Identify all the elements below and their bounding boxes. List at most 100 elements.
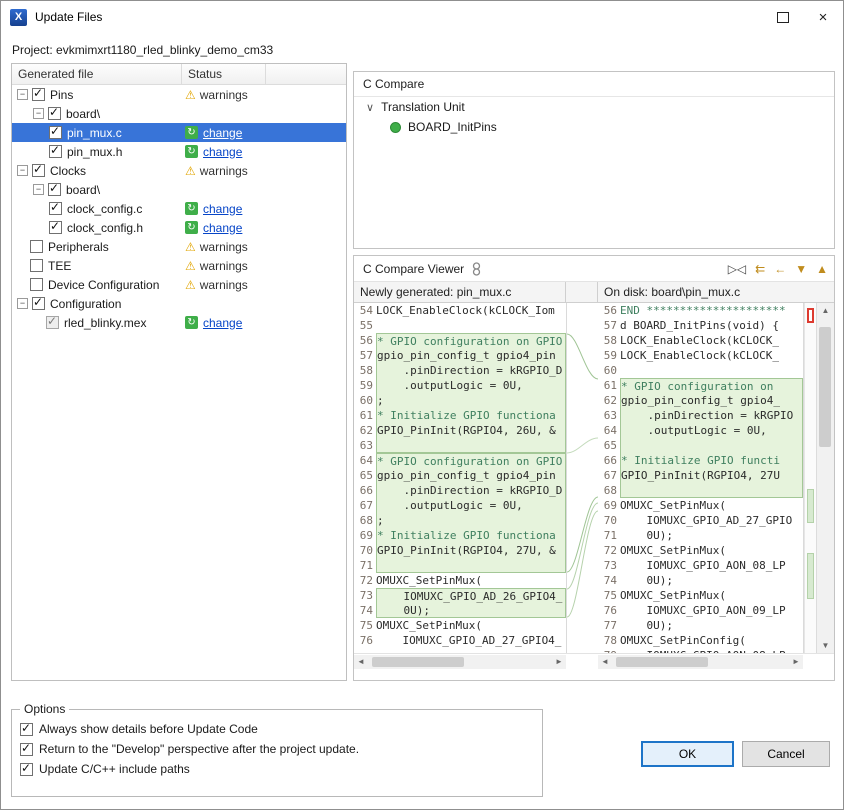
checkbox-clock-config-h[interactable]: ✓ [49,221,62,234]
change-marker[interactable] [807,489,814,523]
checkbox-always-show-details[interactable]: ✓ [20,723,33,736]
tree-row-clocks[interactable]: − ✓ Clocks ⚠ warnings [12,161,346,180]
checkbox-tee[interactable] [30,259,43,272]
code-line: 61* GPIO configuration on [598,378,803,393]
vertical-scrollbar[interactable]: ▲ ▼ [816,303,834,653]
option-always-show-details[interactable]: ✓ Always show details before Update Code [12,719,542,739]
collapse-expander-icon[interactable]: − [33,108,44,119]
option-label[interactable]: Return to the "Develop" perspective afte… [39,742,359,756]
error-marker[interactable] [807,308,814,323]
ok-button[interactable]: OK [641,741,734,767]
next-difference-icon[interactable]: ▼ [795,262,807,276]
line-number: 57 [354,348,376,363]
collapse-expander-icon[interactable]: − [33,184,44,195]
collapse-expander-icon[interactable]: − [17,89,28,100]
left-horizontal-scrollbar[interactable]: ◄ ► [354,655,566,669]
scroll-down-arrow[interactable]: ▼ [817,638,834,653]
line-number: 67 [354,498,376,513]
tree-row-rled-blinky-mex[interactable]: ✓ rled_blinky.mex ↻ change [12,313,346,332]
previous-difference-icon[interactable]: ▲ [816,262,828,276]
line-number: 71 [598,528,620,543]
scroll-right-arrow[interactable]: ► [789,655,803,669]
checkbox-clocks[interactable]: ✓ [32,164,45,177]
option-return-develop-perspective[interactable]: ✓ Return to the "Develop" perspective af… [12,739,542,759]
line-number: 57 [598,318,620,333]
line-number: 62 [598,393,620,408]
close-button[interactable]: × [803,1,843,33]
tree-row-peripherals[interactable]: Peripherals ⚠ warnings [12,237,346,256]
scroll-left-arrow[interactable]: ◄ [598,655,612,669]
code-text: .outputLogic = 0U, [620,423,803,438]
right-horizontal-scrollbar[interactable]: ◄ ► [598,655,803,669]
collapse-expander-icon[interactable]: − [17,165,28,176]
checkbox-rled-blinky-mex[interactable]: ✓ [46,316,59,329]
code-text: OMUXC_SetPinMux( [620,543,803,558]
checkbox-clocks-board[interactable]: ✓ [48,183,61,196]
option-label[interactable]: Update C/C++ include paths [39,762,190,776]
checkbox-pin-mux-h[interactable]: ✓ [49,145,62,158]
change-link[interactable]: change [203,126,242,140]
vertical-scroll-thumb[interactable] [819,327,831,447]
tree-row-clock-config-h[interactable]: ✓ clock_config.h ↻ change [12,218,346,237]
checkbox-update-include-paths[interactable]: ✓ [20,763,33,776]
tree-row-pins-board[interactable]: − ✓ board\ [12,104,346,123]
code-text: LOCK_EnableClock(kCLOCK_ [620,348,803,363]
left-code-pane[interactable]: 54LOCK_EnableClock(kCLOCK_Iom5556* GPIO … [354,303,567,653]
horizontal-scroll-thumb[interactable] [372,657,464,667]
code-line: 63 [354,438,566,453]
scroll-left-arrow[interactable]: ◄ [354,655,368,669]
change-link[interactable]: change [203,316,242,330]
horizontal-scroll-row: ◄ ► ◄ ► [354,653,834,670]
copy-all-right-to-left-icon[interactable]: ⇇ [755,262,765,276]
checkbox-peripherals[interactable] [30,240,43,253]
tree-row-clocks-board[interactable]: − ✓ board\ [12,180,346,199]
link-editors-icon[interactable] [472,262,481,276]
option-label[interactable]: Always show details before Update Code [39,722,258,736]
checkbox-device-configuration[interactable] [30,278,43,291]
scroll-right-arrow[interactable]: ► [552,655,566,669]
line-number: 69 [598,498,620,513]
right-code-pane[interactable]: 56END *********************57d BOARD_Ini… [598,303,804,653]
column-header-generated-file[interactable]: Generated file [12,64,182,84]
change-link[interactable]: change [203,221,242,235]
viewer-toolbar: ▷◁ ⇇ ← ▼ ▲ [728,262,828,276]
tree-row-tee[interactable]: TEE ⚠ warnings [12,256,346,275]
horizontal-scroll-thumb[interactable] [616,657,708,667]
checkbox-pins[interactable]: ✓ [32,88,45,101]
checkbox-pins-board[interactable]: ✓ [48,107,61,120]
change-link[interactable]: change [203,145,242,159]
tree-row-clock-config-c[interactable]: ✓ clock_config.c ↻ change [12,199,346,218]
maximize-button[interactable] [763,1,803,33]
tree-row-pin-mux-c[interactable]: ✓ pin_mux.c ↻ change [12,123,346,142]
code-line: 71 [354,558,566,573]
column-header-status[interactable]: Status [182,64,266,84]
tree-item-translation-unit[interactable]: ∨ Translation Unit [354,97,834,117]
checkbox-configuration[interactable]: ✓ [32,297,45,310]
code-text: GPIO_PinInit(RGPIO4, 26U, & [376,423,566,438]
code-text: GPIO_PinInit(RGPIO4, 27U, & [376,543,566,558]
tree-row-pin-mux-h[interactable]: ✓ pin_mux.h ↻ change [12,142,346,161]
tree-row-pins[interactable]: − ✓ Pins ⚠ warnings [12,85,346,104]
checkbox-pin-mux-c[interactable]: ✓ [49,126,62,139]
change-link[interactable]: change [203,202,242,216]
function-icon [390,122,401,133]
close-icon: × [819,9,828,26]
tree-row-configuration[interactable]: − ✓ Configuration [12,294,346,313]
copy-current-change-icon[interactable]: ← [774,262,786,276]
scroll-up-arrow[interactable]: ▲ [817,303,834,318]
tree-row-device-configuration[interactable]: Device Configuration ⚠ warnings [12,275,346,294]
code-text: 0U); [620,573,803,588]
checkbox-return-develop-perspective[interactable]: ✓ [20,743,33,756]
option-update-include-paths[interactable]: ✓ Update C/C++ include paths [12,759,542,779]
cancel-button[interactable]: Cancel [742,741,830,767]
chevron-down-icon[interactable]: ∨ [366,101,374,114]
change-marker[interactable] [807,553,814,599]
status-text: warnings [200,278,248,292]
collapse-expander-icon[interactable]: − [17,298,28,309]
code-line: 61* Initialize GPIO functiona [354,408,566,423]
swap-panes-icon[interactable]: ▷◁ [728,262,746,276]
checkbox-clock-config-c[interactable]: ✓ [49,202,62,215]
line-number: 74 [354,603,376,618]
tree-item-board-initpins[interactable]: BOARD_InitPins [354,117,834,137]
change-glyph: ↻ [187,204,195,214]
